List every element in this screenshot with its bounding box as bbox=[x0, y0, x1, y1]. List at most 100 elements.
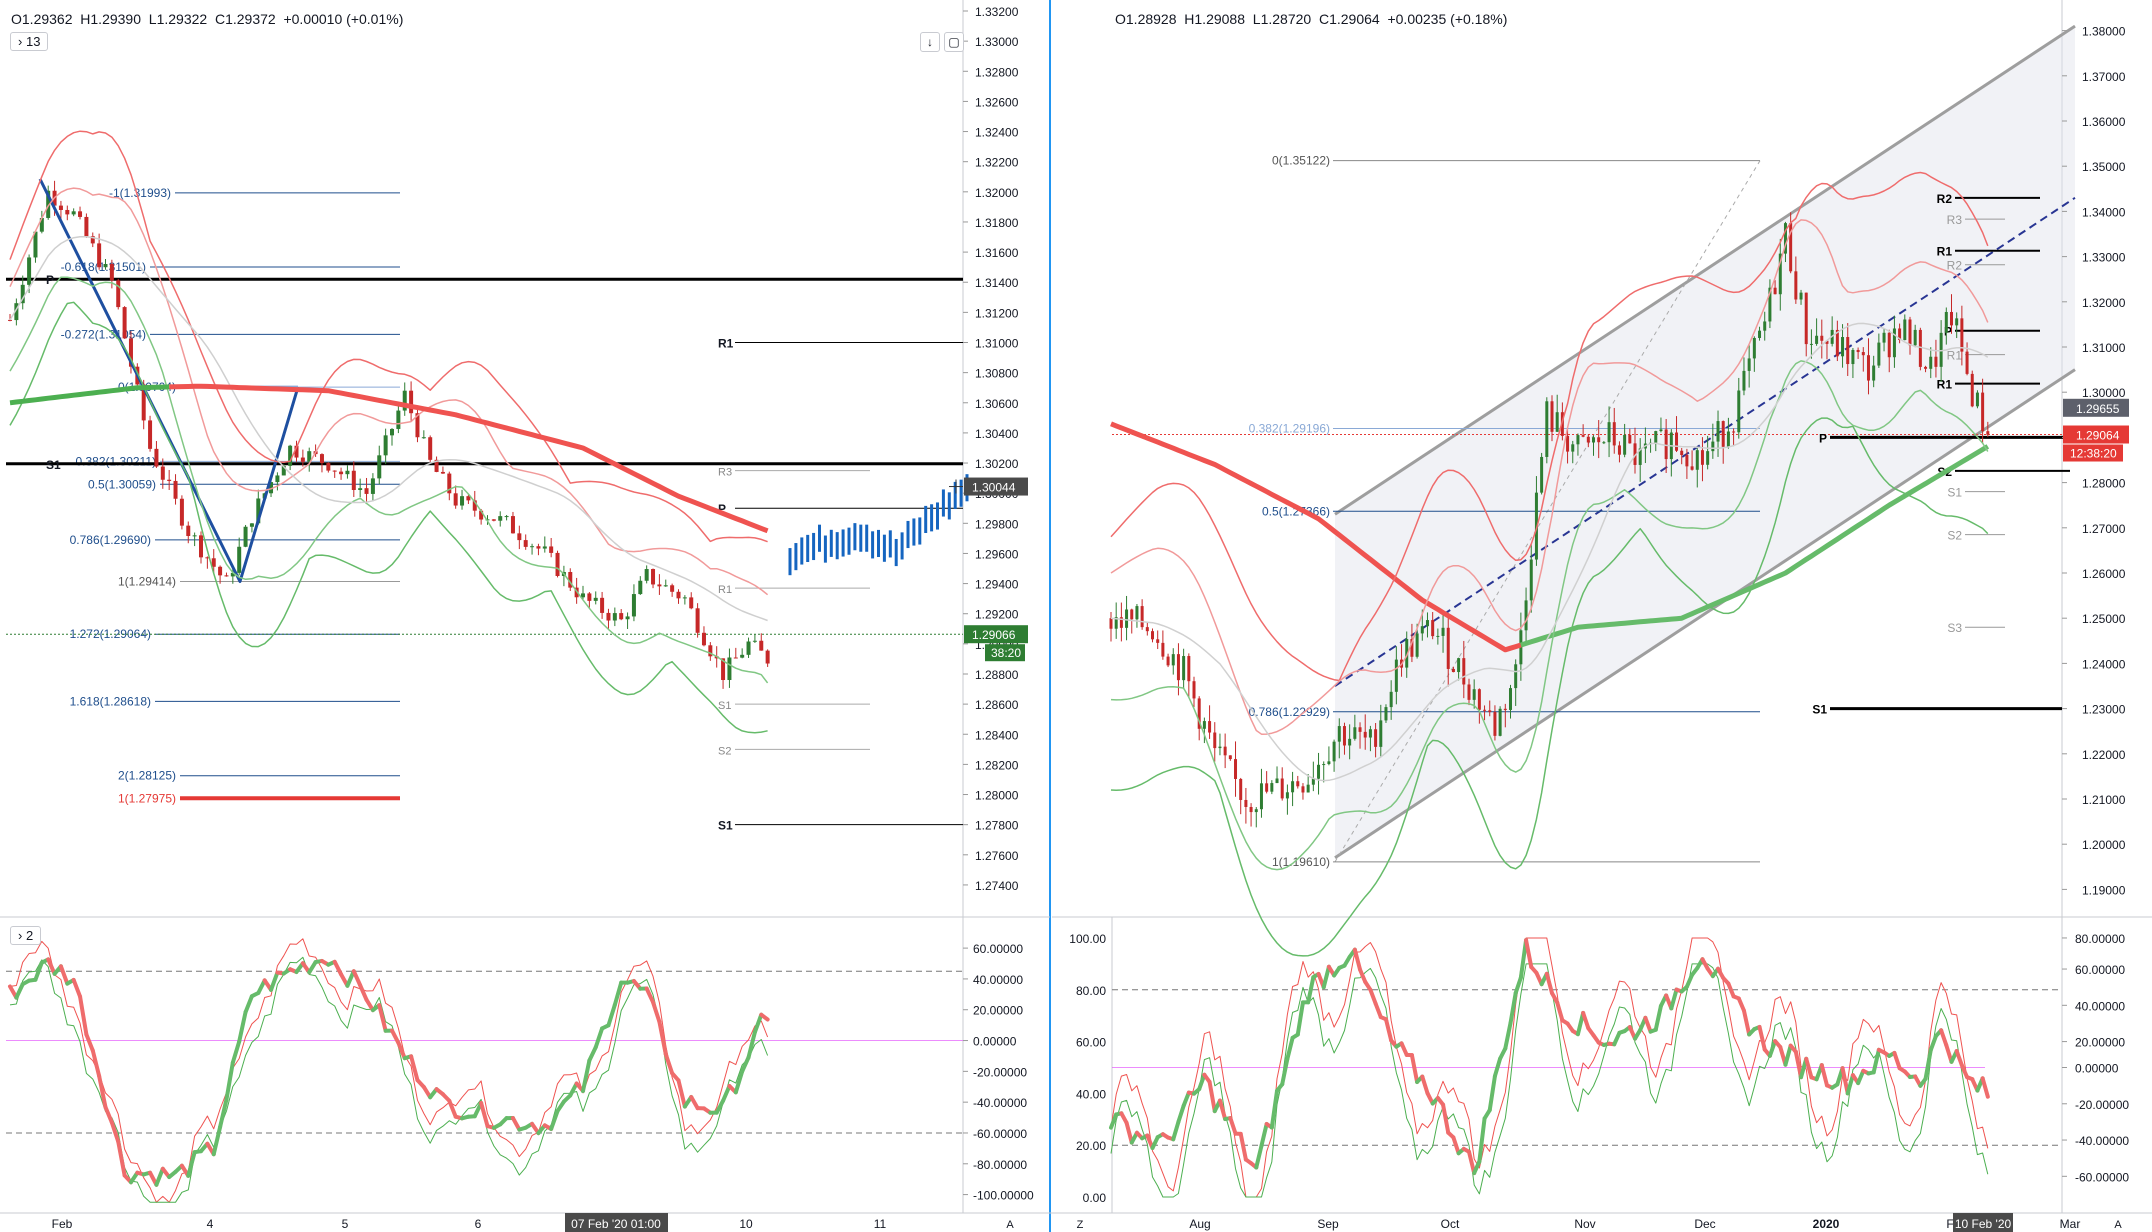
osc-right-tick-label: 60.00000 bbox=[2075, 963, 2125, 977]
left-osc-toggle[interactable]: › 2 bbox=[10, 926, 42, 945]
candle-body bbox=[1545, 401, 1549, 457]
price-tick-label: 1.32600 bbox=[975, 95, 1019, 109]
candle-body bbox=[638, 580, 643, 595]
candle-body bbox=[1379, 720, 1383, 747]
candle-body bbox=[109, 263, 114, 281]
osc-tick-label: -80.00000 bbox=[973, 1158, 1027, 1172]
right-ohlc-legend: O1.28928 H1.29088 L1.28720 C1.29064 +0.0… bbox=[1112, 10, 1511, 28]
candle-body bbox=[1446, 627, 1450, 669]
candle-body bbox=[1477, 689, 1481, 710]
osc-main-segment bbox=[1383, 1017, 1394, 1043]
candle-body bbox=[1125, 609, 1129, 628]
pivot-label: S2 bbox=[1947, 529, 1962, 543]
fib-label: 0.786(1.29690) bbox=[70, 533, 151, 547]
candle-body bbox=[536, 546, 541, 549]
candle-body bbox=[1415, 633, 1419, 657]
left-main-chart[interactable]: -1(1.31993)-0.618(1.31501)-0.272(1.31054… bbox=[6, 130, 969, 833]
left-oscillator[interactable] bbox=[6, 938, 963, 1203]
candle-body bbox=[1877, 342, 1881, 366]
time-cursor-label: 10 Feb '20 bbox=[1955, 1217, 2012, 1231]
candle-body bbox=[78, 211, 83, 217]
osc-left-tick-label: 100.00 bbox=[1069, 932, 1106, 946]
osc-main-segment bbox=[1124, 1120, 1134, 1145]
candle-body bbox=[1685, 454, 1689, 467]
candle-body bbox=[160, 466, 165, 480]
candle-body bbox=[1192, 681, 1196, 699]
candle-body bbox=[1607, 422, 1611, 443]
candle-body bbox=[1337, 726, 1341, 742]
time-tick-label: Aug bbox=[1189, 1217, 1210, 1231]
osc-main-segment bbox=[606, 1002, 617, 1028]
osc-main-segment bbox=[1923, 1048, 1933, 1081]
candle-body bbox=[332, 470, 337, 472]
candle-body bbox=[1135, 606, 1139, 620]
candle-body bbox=[1752, 337, 1756, 359]
candle-body bbox=[84, 216, 89, 237]
price-tick-label: 1.33200 bbox=[975, 5, 1019, 19]
candle-body bbox=[1140, 606, 1144, 628]
right-oscillator[interactable] bbox=[1109, 937, 2062, 1198]
candle-body bbox=[651, 569, 656, 585]
candle-body bbox=[1259, 783, 1263, 810]
chevron-right-icon: › bbox=[18, 34, 23, 49]
price-tick-label: 1.25000 bbox=[2082, 612, 2126, 626]
fib-label: 0.382(1.29196) bbox=[1249, 422, 1330, 436]
price-tick-label: 1.32000 bbox=[2082, 296, 2126, 310]
candle-body bbox=[1425, 620, 1429, 627]
osc-main-segment bbox=[447, 1098, 458, 1119]
osc-main-segment bbox=[1217, 1098, 1228, 1122]
left-low: 1.29322 bbox=[156, 11, 208, 27]
price-tick-label: 1.30600 bbox=[975, 397, 1019, 411]
candle-body bbox=[765, 650, 770, 664]
right-main-chart[interactable]: 0(1.35122)0.382(1.29196)0.5(1.27366)0.78… bbox=[1109, 24, 2076, 957]
candle-body bbox=[1348, 738, 1352, 746]
candle-body bbox=[1296, 781, 1300, 787]
time-tick-label: 5 bbox=[342, 1217, 349, 1231]
osc-main-segment bbox=[1238, 1131, 1248, 1162]
osc-main-segment bbox=[1181, 1090, 1191, 1108]
candle-body bbox=[1161, 642, 1165, 657]
candle-body bbox=[27, 257, 32, 285]
osc-main-segment bbox=[211, 1124, 223, 1157]
candle-body bbox=[1960, 318, 1964, 352]
pivot-minor-label: R3 bbox=[718, 467, 732, 479]
candle-body bbox=[1524, 600, 1528, 631]
candle-body bbox=[71, 211, 76, 215]
right-low: 1.28720 bbox=[1260, 11, 1312, 27]
candle-body bbox=[1145, 627, 1149, 632]
candle-body bbox=[1908, 319, 1912, 346]
osc-right-tick-label: 40.00000 bbox=[2075, 999, 2125, 1013]
candle-body bbox=[555, 552, 560, 576]
arrow-down-icon[interactable]: ↓ bbox=[920, 32, 940, 52]
osc-left-tick-label: 80.00 bbox=[1076, 984, 1106, 998]
osc-main-segment bbox=[84, 1032, 95, 1053]
time-tick-label: 11 bbox=[874, 1217, 887, 1231]
candle-body bbox=[1529, 559, 1533, 601]
candle-body bbox=[1856, 349, 1860, 353]
candle-body bbox=[1794, 271, 1798, 300]
candle-body bbox=[1955, 318, 1959, 326]
candle-body bbox=[288, 445, 293, 466]
candle-body bbox=[1929, 356, 1933, 369]
osc-main-segment bbox=[71, 977, 83, 999]
candle-body bbox=[606, 612, 611, 621]
candle-body bbox=[1706, 451, 1710, 465]
candle-body bbox=[1457, 658, 1461, 673]
osc-main-segment bbox=[358, 983, 369, 1002]
price-tick-label: 1.32400 bbox=[975, 126, 1019, 140]
osc-main-segment bbox=[593, 1026, 605, 1050]
candle-body bbox=[1866, 355, 1870, 381]
osc-main-segment bbox=[759, 1012, 770, 1022]
candle-body bbox=[1664, 429, 1668, 460]
candle-body bbox=[1711, 441, 1715, 452]
price-tick-label: 1.34000 bbox=[2082, 205, 2126, 219]
left-indicators-toggle[interactable]: › 13 bbox=[10, 32, 49, 51]
osc-tick-label: 20.00000 bbox=[973, 1004, 1023, 1018]
candle-body bbox=[1612, 422, 1616, 446]
candle-body bbox=[1358, 727, 1362, 732]
price-tick-label: 1.35000 bbox=[2082, 160, 2126, 174]
candle-body bbox=[1965, 351, 1969, 374]
maximize-icon[interactable]: ▢ bbox=[944, 32, 964, 52]
candle-body bbox=[358, 488, 363, 490]
candle-body bbox=[1851, 349, 1855, 365]
